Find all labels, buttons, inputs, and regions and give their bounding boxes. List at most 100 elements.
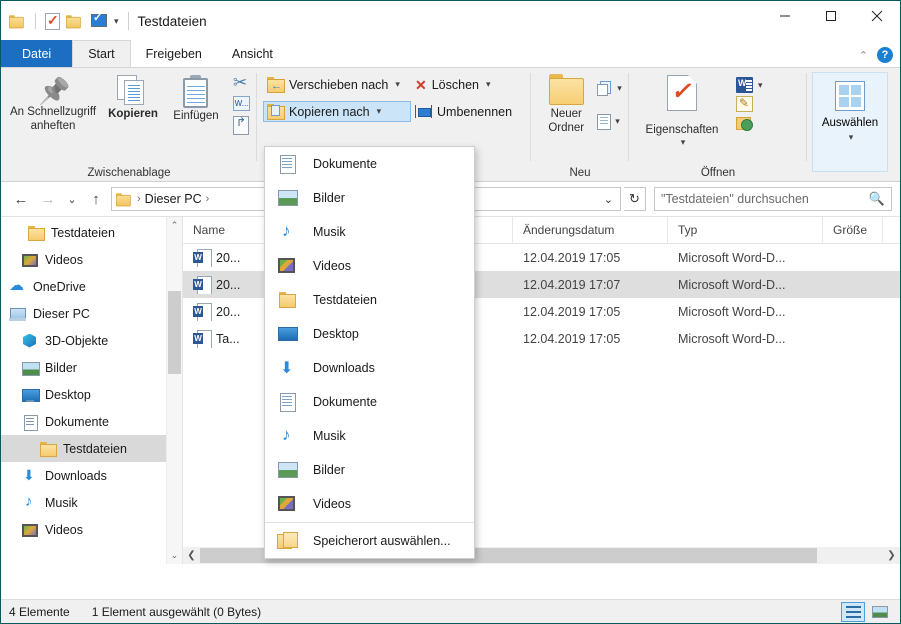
easy-access-button[interactable]: ▾	[597, 108, 622, 135]
tab-ansicht[interactable]: Ansicht	[217, 40, 288, 67]
refresh-button[interactable]: ↻	[624, 187, 646, 211]
paste-button[interactable]: Einfügen	[165, 68, 227, 123]
file-name: 20...	[216, 251, 240, 265]
quick-access-caret-icon[interactable]: ▾	[114, 16, 119, 27]
copy-button[interactable]: Kopieren	[101, 68, 165, 121]
documents-icon	[277, 393, 297, 411]
menu-item-speicherort-auswaehlen[interactable]: Speicherort auswählen...	[265, 524, 474, 558]
sidebar-item-label: Bilder	[45, 361, 77, 375]
help-icon[interactable]: ?	[877, 47, 893, 63]
maximize-button[interactable]	[808, 1, 854, 31]
close-button[interactable]	[854, 1, 900, 31]
menu-item-label: Downloads	[313, 361, 375, 375]
scroll-left-icon[interactable]: ❮	[183, 550, 200, 561]
scroll-right-icon[interactable]: ❯	[883, 550, 900, 561]
sidebar-item-bilder[interactable]: Bilder	[1, 354, 182, 381]
sidebar-item-videos[interactable]: Videos	[1, 246, 182, 273]
window-controls	[762, 1, 900, 31]
properties-icon[interactable]	[45, 13, 60, 30]
history-icon[interactable]	[736, 115, 753, 131]
search-input[interactable]: "Testdateien" durchsuchen 🔍	[654, 187, 892, 211]
sidebar-item-dieser-pc[interactable]: Dieser PC	[1, 300, 182, 327]
music-icon	[277, 427, 297, 445]
ribbon-group-select: Auswählen ▾	[807, 68, 893, 181]
3d-objects-icon	[21, 333, 39, 349]
details-view-icon	[846, 606, 861, 618]
move-to-button[interactable]: ← Verschieben nach ▾	[263, 74, 411, 95]
menu-item-bilder[interactable]: Bilder	[265, 453, 474, 487]
menu-item-label: Dokumente	[313, 395, 377, 409]
properties-button[interactable]: ✓ Eigenschaften ▾	[635, 75, 729, 149]
window-title: Testdateien	[138, 14, 207, 29]
tab-freigeben[interactable]: Freigeben	[131, 40, 217, 67]
breadcrumb-item-dieser-pc[interactable]: Dieser PC	[145, 192, 202, 206]
sidebar-item-onedrive[interactable]: OneDrive	[1, 273, 182, 300]
scrollbar-thumb[interactable]	[168, 291, 181, 374]
copy-path-icon[interactable]: W...	[233, 96, 250, 111]
details-view-button[interactable]	[841, 602, 865, 622]
back-button[interactable]: ←	[9, 187, 33, 211]
menu-item-videos[interactable]: Videos	[265, 249, 474, 283]
menu-item-videos[interactable]: Videos	[265, 487, 474, 521]
sidebar-item-3d-objekte[interactable]: 3D-Objekte	[1, 327, 182, 354]
column-header-gr-e[interactable]: Größe	[823, 217, 883, 243]
large-icons-view-button[interactable]	[868, 602, 892, 622]
word-document-icon	[193, 330, 210, 348]
minimize-button[interactable]	[762, 1, 808, 31]
breadcrumb-dropdown-icon[interactable]: ⌄	[604, 193, 616, 206]
group-label-new: Neu	[531, 167, 629, 179]
menu-item-dokumente[interactable]: Dokumente	[265, 385, 474, 419]
menu-item-musik[interactable]: Musik	[265, 419, 474, 453]
downloads-icon	[21, 468, 39, 484]
monitor-check-icon[interactable]	[89, 14, 106, 29]
navigation-scrollbar[interactable]: ⌃ ⌄	[166, 217, 182, 564]
browse-folder-icon	[277, 532, 297, 550]
tab-datei[interactable]: Datei	[1, 40, 72, 67]
sidebar-item-videos[interactable]: Videos	[1, 516, 182, 543]
sidebar-item-label: Testdateien	[63, 442, 127, 456]
video-icon	[21, 522, 39, 538]
open-with-button[interactable]: ▾	[736, 77, 763, 93]
scroll-down-icon[interactable]: ⌄	[167, 547, 182, 564]
menu-item-desktop[interactable]: Desktop	[265, 317, 474, 351]
menu-item-dokumente[interactable]: Dokumente	[265, 147, 474, 181]
sidebar-item-label: Testdateien	[51, 226, 115, 240]
move-to-label: Verschieben nach	[289, 78, 388, 92]
paste-shortcut-icon[interactable]	[233, 116, 249, 135]
column-header--nderungsdatum[interactable]: Änderungsdatum	[513, 217, 668, 243]
select-button[interactable]: Auswählen ▾	[812, 72, 888, 172]
sidebar-item-dokumente[interactable]: Dokumente	[1, 408, 182, 435]
sidebar-item-desktop[interactable]: Desktop	[1, 381, 182, 408]
sidebar-item-musik[interactable]: Musik	[1, 489, 182, 516]
new-item-button[interactable]: ▾	[597, 75, 622, 102]
forward-button[interactable]: →	[36, 187, 60, 211]
up-button[interactable]: ↑	[84, 187, 108, 211]
column-header-typ[interactable]: Typ	[668, 217, 823, 243]
sidebar-item-downloads[interactable]: Downloads	[1, 462, 182, 489]
menu-item-downloads[interactable]: Downloads	[265, 351, 474, 385]
pin-to-quick-access-button[interactable]: An Schnellzugriff anheften	[5, 68, 101, 134]
delete-button[interactable]: ✕ Löschen ▾	[411, 75, 497, 95]
folder-icon	[39, 441, 57, 457]
edit-icon[interactable]	[736, 96, 753, 112]
folder-icon[interactable]	[9, 15, 23, 26]
cut-icon[interactable]: ✂	[233, 74, 250, 91]
copy-to-button[interactable]: Kopieren nach ▾	[263, 101, 411, 122]
sidebar-item-label: Desktop	[45, 388, 91, 402]
collapse-ribbon-icon[interactable]: ⌃	[859, 49, 868, 62]
sidebar-item-testdateien[interactable]: Testdateien	[1, 435, 182, 462]
new-folder-icon[interactable]	[66, 15, 80, 26]
file-name: 20...	[216, 278, 240, 292]
recent-locations-button[interactable]: ⌄	[63, 187, 81, 211]
menu-item-musik[interactable]: Musik	[265, 215, 474, 249]
title-bar: ▾ Testdateien	[1, 1, 900, 41]
menu-item-testdateien[interactable]: Testdateien	[265, 283, 474, 317]
tab-start[interactable]: Start	[72, 40, 130, 67]
scroll-up-icon[interactable]: ⌃	[167, 217, 182, 234]
sidebar-item-testdateien[interactable]: Testdateien	[1, 219, 182, 246]
menu-item-bilder[interactable]: Bilder	[265, 181, 474, 215]
music-icon	[277, 223, 297, 241]
rename-button[interactable]: Umbenennen	[411, 102, 518, 122]
new-folder-button[interactable]: Neuer Ordner	[538, 74, 594, 136]
file-modified: 12.04.2019 17:05	[513, 332, 668, 346]
